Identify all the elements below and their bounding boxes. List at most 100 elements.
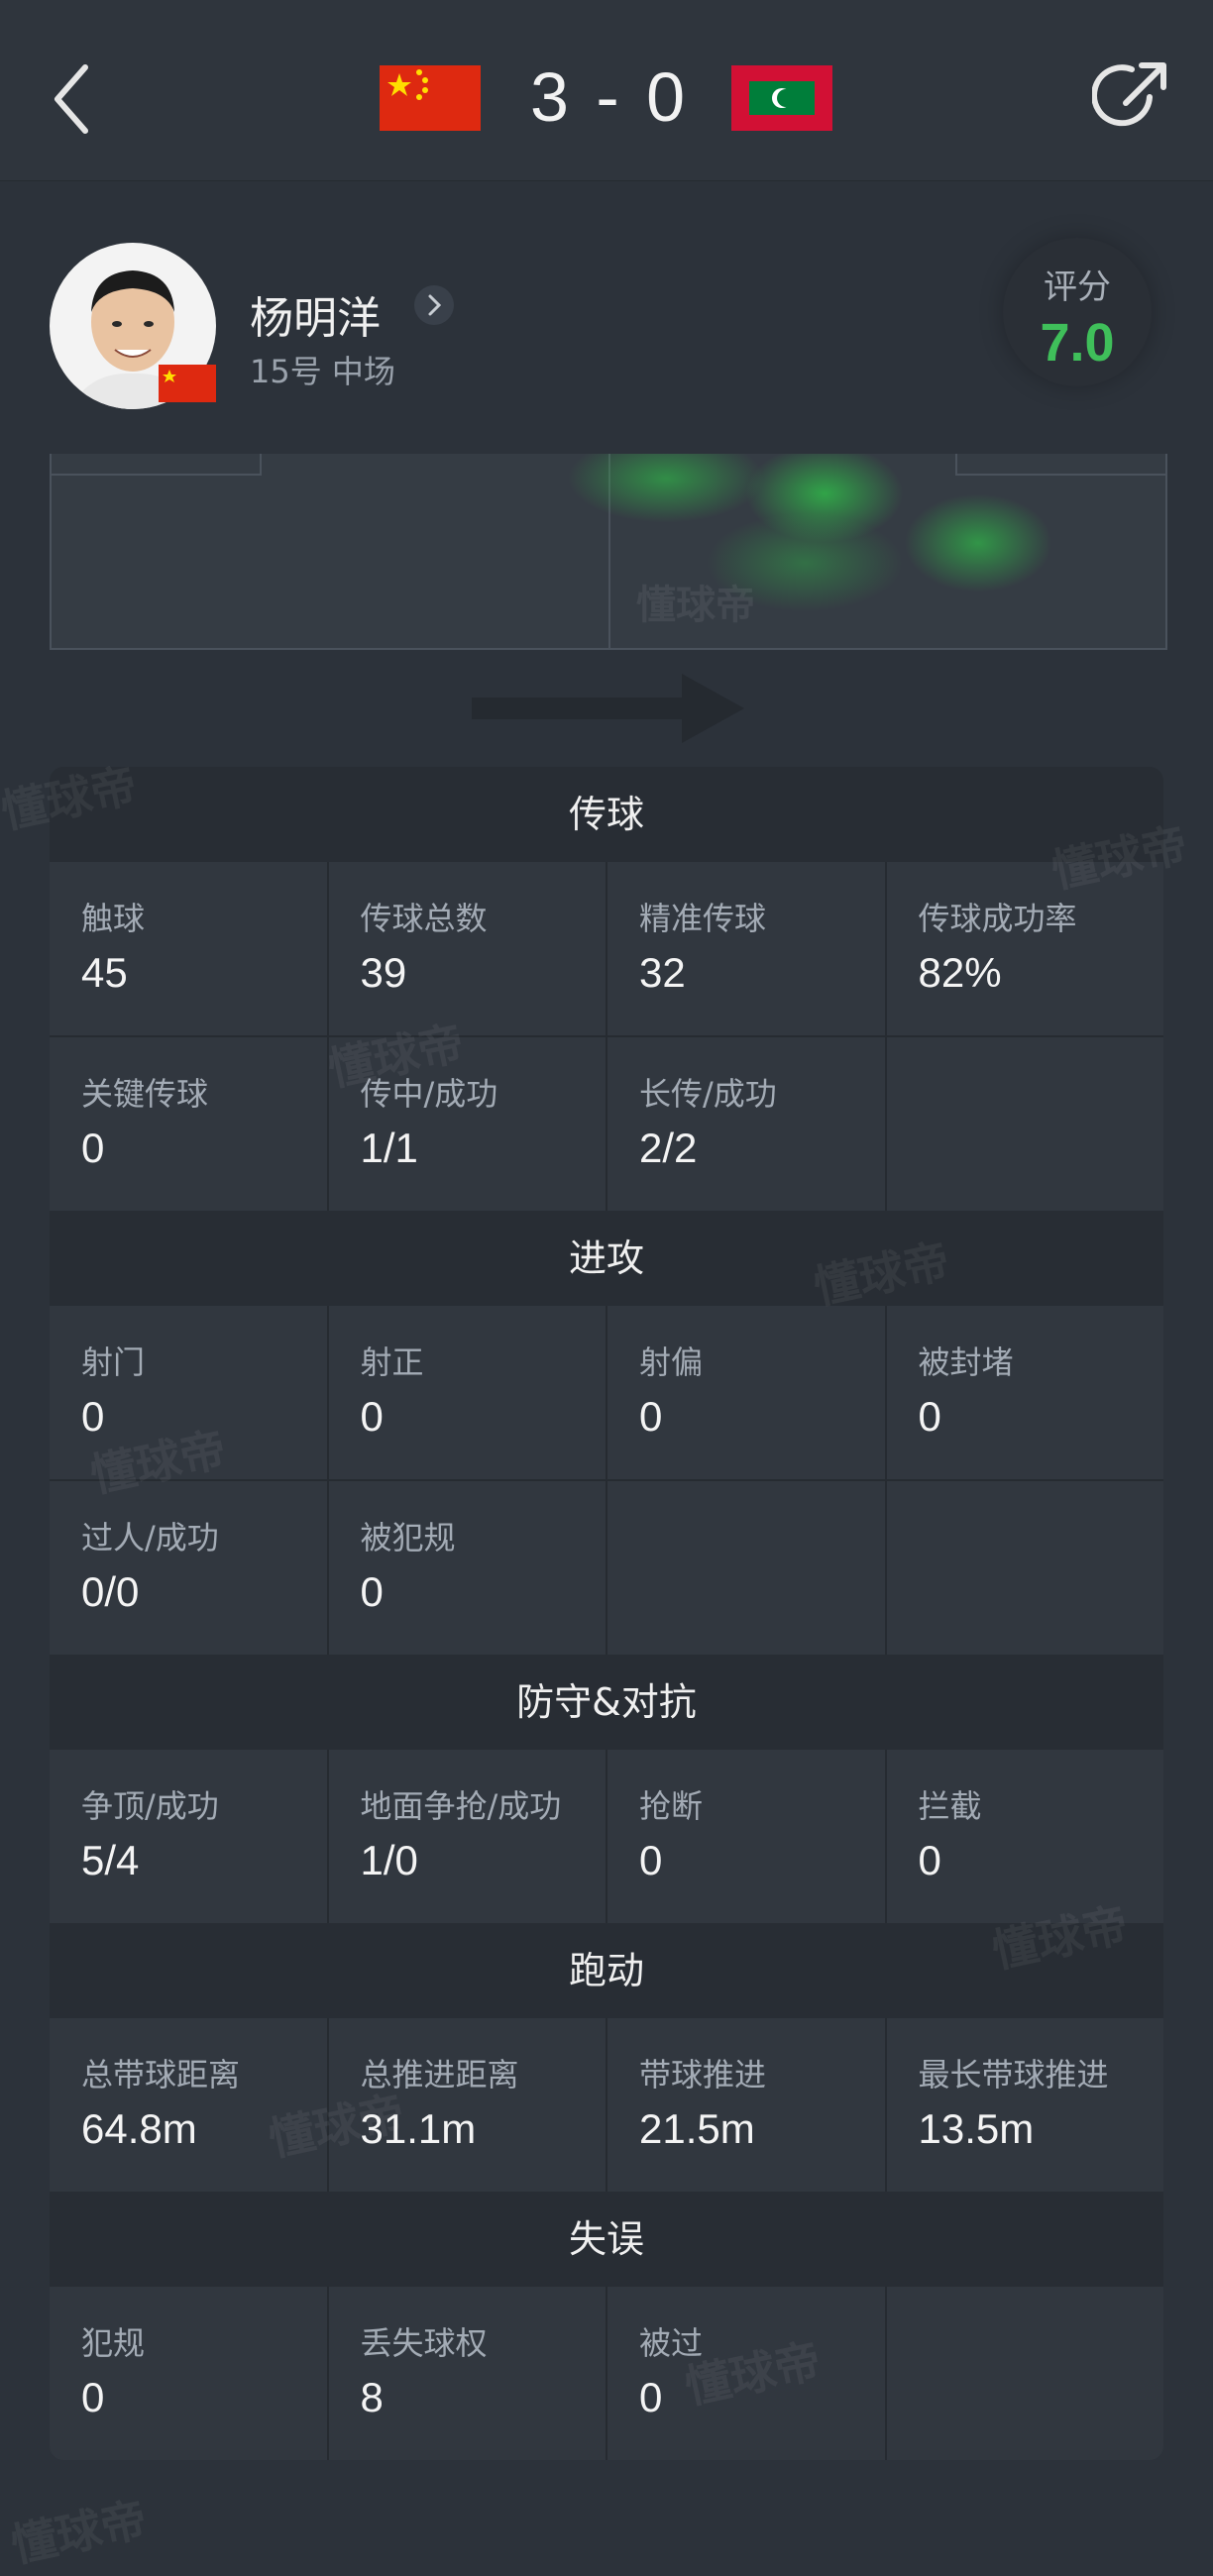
stat-label: 抢断 (639, 1787, 704, 1825)
stat-value: 0 (81, 2374, 105, 2420)
stat-row: 过人/成功 0/0 被犯规 0 (50, 1479, 1163, 1655)
match-score: 3 - 0 (515, 57, 704, 137)
stat-value: 0 (81, 1393, 105, 1440)
stat-row: 关键传球 0 传中/成功 1/1 长传/成功 2/2 (50, 1035, 1163, 1211)
stat-label: 总带球距离 (81, 2056, 241, 2093)
stat-cell: 犯规 0 (50, 2287, 327, 2460)
stat-row: 总带球距离 64.8m 总推进距离 31.1m 带球推进 21.5m 最长带球推进 13.5m (50, 2018, 1163, 2192)
match-header: 3 - 0 (0, 0, 1213, 181)
rating-value: 7.0 (1040, 313, 1115, 373)
stat-value: 39 (360, 949, 407, 996)
stat-label: 长传/成功 (639, 1075, 777, 1113)
stat-cell (884, 1481, 1163, 1655)
player-header: 杨明洋 15号 中场 评分 7.0 (0, 228, 1213, 426)
chevron-right-icon[interactable] (414, 285, 454, 325)
stat-value: 0 (360, 1568, 384, 1615)
stat-cell (884, 1037, 1163, 1211)
stat-cell: 传球成功率 82% (884, 862, 1163, 1035)
stat-value: 2/2 (639, 1125, 698, 1171)
penalty-box-right (955, 454, 1165, 476)
watermark: 懂球帝 (636, 583, 755, 628)
rating-label: 评分 (1044, 268, 1111, 307)
stat-cell: 拦截 0 (884, 1750, 1163, 1923)
stat-label: 争顶/成功 (81, 1787, 219, 1825)
score-separator: - (596, 58, 623, 136)
stat-cell: 射偏 0 (606, 1306, 885, 1479)
stat-value: 0 (639, 1393, 663, 1440)
stat-label: 丢失球权 (360, 2324, 488, 2362)
away-score: 0 (646, 58, 690, 136)
stat-cell: 长传/成功 2/2 (606, 1037, 885, 1211)
stat-value: 5/4 (81, 1837, 140, 1883)
stat-label: 最长带球推进 (918, 2056, 1109, 2093)
stat-label: 拦截 (918, 1787, 982, 1825)
stat-cell: 争顶/成功 5/4 (50, 1750, 327, 1923)
stat-value: 21.5m (639, 2105, 755, 2152)
section-title: 失误 (50, 2192, 1163, 2287)
stat-label: 带球推进 (639, 2056, 767, 2093)
stat-label: 精准传球 (639, 900, 767, 937)
player-name[interactable]: 杨明洋 (250, 282, 381, 346)
heat-spot (904, 493, 1052, 592)
stat-label: 射正 (360, 1343, 424, 1381)
stat-label: 关键传球 (81, 1075, 209, 1113)
stat-label: 地面争抢/成功 (360, 1787, 562, 1825)
back-arrow-icon[interactable] (52, 61, 91, 137)
stat-value: 32 (639, 949, 686, 996)
rating-badge: 评分 7.0 (1003, 238, 1152, 386)
stat-value: 0 (918, 1837, 941, 1883)
stat-cell: 被犯规 0 (326, 1481, 606, 1655)
stat-label: 射偏 (639, 1343, 704, 1381)
stat-label: 被犯规 (360, 1519, 456, 1556)
stat-cell: 过人/成功 0/0 (50, 1481, 327, 1655)
stat-label: 过人/成功 (81, 1519, 219, 1556)
share-icon[interactable] (1092, 57, 1171, 137)
section-title: 传球 (50, 767, 1163, 862)
maldives-flag-icon (731, 65, 832, 131)
stat-cell: 最长带球推进 13.5m (884, 2018, 1163, 2192)
stat-value: 1/1 (360, 1125, 418, 1171)
stat-cell: 被封堵 0 (884, 1306, 1163, 1479)
stat-cell: 抢断 0 (606, 1750, 885, 1923)
stat-row: 触球 45 传球总数 39 精准传球 32 传球成功率 82% (50, 862, 1163, 1035)
stat-row: 犯规 0 丢失球权 8 被过 0 (50, 2287, 1163, 2460)
section-title: 防守&对抗 (50, 1655, 1163, 1750)
stat-cell (884, 2287, 1163, 2460)
attack-direction-arrow-icon (472, 674, 744, 743)
stat-cell: 触球 45 (50, 862, 327, 1035)
stat-label: 传球成功率 (918, 900, 1077, 937)
stat-row: 争顶/成功 5/4 地面争抢/成功 1/0 抢断 0 拦截 0 (50, 1750, 1163, 1923)
stat-value: 45 (81, 949, 128, 996)
stat-value: 0/0 (81, 1568, 140, 1615)
stat-value: 0 (639, 2374, 663, 2420)
stat-value: 64.8m (81, 2105, 197, 2152)
stat-label: 触球 (81, 900, 146, 937)
home-score: 3 (529, 58, 573, 136)
stat-label: 射门 (81, 1343, 146, 1381)
stat-value: 8 (360, 2374, 384, 2420)
stat-value: 0 (81, 1125, 105, 1171)
penalty-box-left (52, 454, 262, 476)
stat-label: 犯规 (81, 2324, 146, 2362)
nationality-flag-icon (159, 365, 216, 402)
stat-value: 13.5m (918, 2105, 1035, 2152)
heatmap: 懂球帝 (50, 454, 1167, 650)
stat-value: 0 (639, 1837, 663, 1883)
stat-cell: 地面争抢/成功 1/0 (326, 1750, 606, 1923)
stat-cell: 精准传球 32 (606, 862, 885, 1035)
china-flag-icon (380, 65, 481, 131)
stat-cell: 关键传球 0 (50, 1037, 327, 1211)
stats-table: 传球 触球 45 传球总数 39 精准传球 32 传球成功率 82% 关键传球 0 传中/成功 1/1 长… (50, 767, 1163, 2460)
stat-cell (606, 1481, 885, 1655)
section-title: 进攻 (50, 1211, 1163, 1306)
stat-label: 被封堵 (918, 1343, 1014, 1381)
stat-cell: 射正 0 (326, 1306, 606, 1479)
watermark: 懂球帝 (6, 2492, 152, 2573)
stat-cell: 传球总数 39 (326, 862, 606, 1035)
stat-value: 0 (918, 1393, 941, 1440)
stat-value: 82% (918, 949, 1002, 996)
stat-value: 1/0 (360, 1837, 418, 1883)
player-number-position: 15号 中场 (250, 353, 395, 390)
stat-cell: 带球推进 21.5m (606, 2018, 885, 2192)
stat-cell: 丢失球权 8 (326, 2287, 606, 2460)
